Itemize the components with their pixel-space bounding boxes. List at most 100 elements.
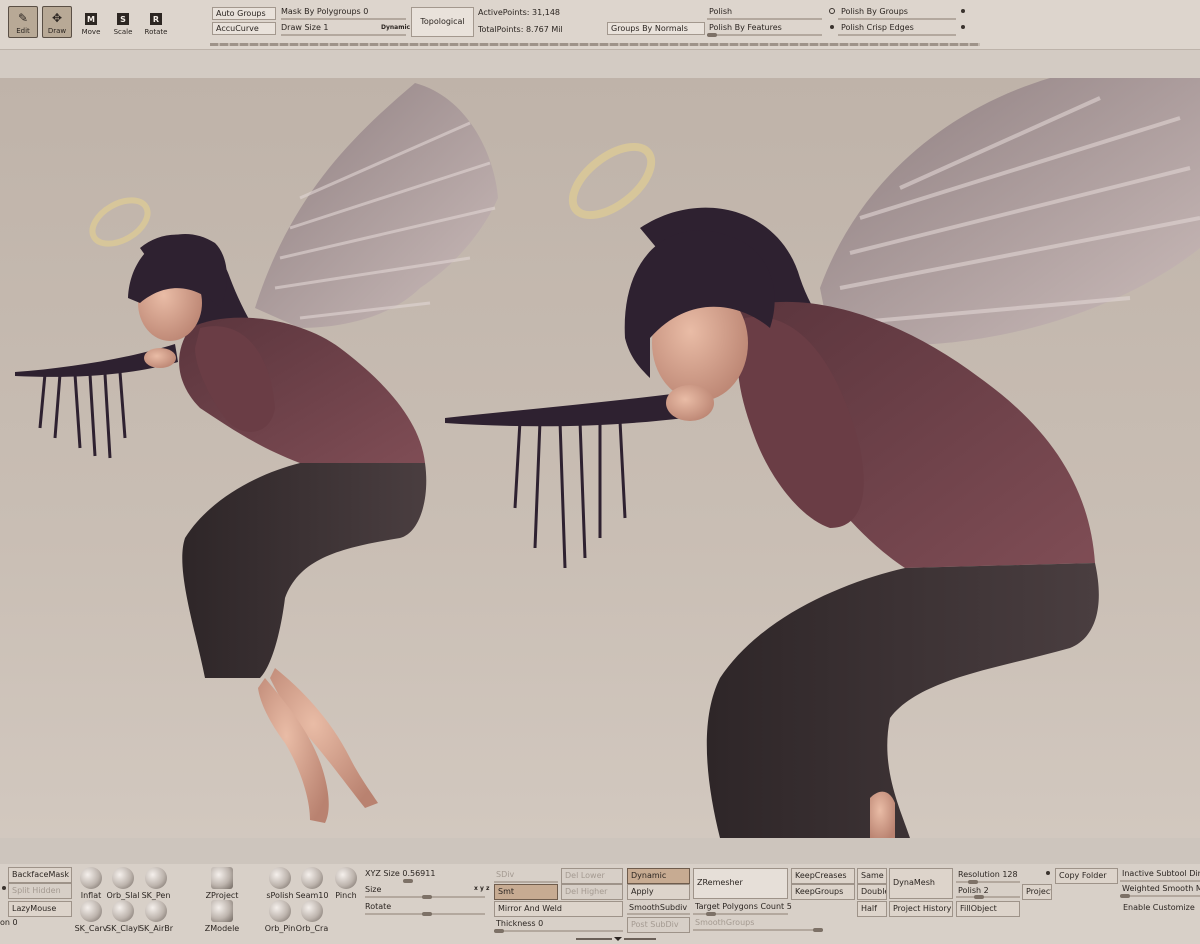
brush-sk-clay[interactable]: SK_Clayl [106,900,140,933]
sk-carve-icon [80,900,102,922]
inflat-icon [80,867,102,889]
del-higher-button[interactable]: Del Higher [561,884,623,900]
target-polygons-slider[interactable]: Target Polygons Count 5 [695,902,792,912]
polish-2-knob[interactable] [974,895,984,899]
size-knob[interactable] [422,895,432,899]
brush-pinch[interactable]: Pinch [331,867,361,900]
smt-button[interactable]: Smt [494,884,558,900]
thickness-knob[interactable] [494,929,504,933]
bottom-shelf-handle[interactable] [576,937,656,942]
lazy-mouse-button[interactable]: LazyMouse [8,901,72,917]
post-subdiv-button[interactable]: Post SubDiv [627,917,690,933]
edit-mode-button[interactable]: ✎ Edit [8,6,38,38]
polish-2-slider[interactable]: Polish 2 [958,886,989,896]
copy-folder-button[interactable]: Copy Folder [1055,868,1118,884]
keep-creases-button[interactable]: KeepCreases [791,868,855,884]
move-button[interactable]: M Move [76,8,106,36]
scale-button[interactable]: S Scale [108,8,138,36]
spolish-icon [269,867,291,889]
half-button[interactable]: Half [857,901,887,917]
draw-mode-button[interactable]: ✥ Draw [42,6,72,38]
rotate-button[interactable]: R Rotate [141,8,171,36]
brush-sk-airbrush[interactable]: SK_AirBr [139,900,173,933]
polish-crisp-edges-radio[interactable] [830,25,834,29]
brush-orb-slash[interactable]: Orb_Slal [106,867,140,900]
xyz-size-slider[interactable]: XYZ Size 0.56911 [365,869,435,879]
dynamesh-button[interactable]: DynaMesh [889,868,953,899]
polish-crisp-edges-label: Polish Crisp Edges [841,23,914,32]
brush-orb-pinch[interactable]: Orb_Pin [265,900,295,933]
zproject-icon [211,867,233,889]
project-button[interactable]: Project [1022,884,1052,900]
keep-groups-button[interactable]: KeepGroups [791,884,855,900]
weighted-smooth-slider[interactable]: Weighted Smooth M [1122,884,1200,894]
bottom-tray [0,838,1200,864]
groups-by-normals-button[interactable]: Groups By Normals [607,22,705,35]
edit-label: Edit [16,27,30,35]
orb-crack-icon [301,900,323,922]
xyz-size-knob[interactable] [403,879,413,883]
apply-button[interactable]: Apply [627,884,690,900]
draw-icon: ✥ [51,11,63,25]
weighted-smooth-knob[interactable] [1120,894,1130,898]
polish-crisp-track [838,34,956,36]
brush-sk-carve[interactable]: SK_Carv [75,900,107,933]
polish-groups-dot [961,9,965,13]
draw-size-slider[interactable]: Draw Size 1 [281,23,329,33]
mask-slider-track [281,18,406,20]
inactive-subtool-dim-slider[interactable]: Inactive Subtool Dim [1122,869,1200,879]
smooth-groups-knob[interactable] [813,928,823,932]
double-button[interactable]: Double [857,884,887,900]
sk-airbrush-icon [145,900,167,922]
fill-object-button[interactable]: FillObject [956,901,1020,917]
del-lower-button[interactable]: Del Lower [561,868,623,884]
halo-right [568,142,656,220]
scale-label: Scale [113,28,133,36]
mask-by-polygroups-slider[interactable]: Mask By Polygroups 0 [281,7,368,17]
scale-icon: S [117,13,129,25]
split-hidden-button[interactable]: Split Hidden [8,883,72,899]
enable-customize-button[interactable]: Enable Customize [1120,901,1200,915]
smooth-groups-slider[interactable]: SmoothGroups [695,918,754,928]
polish-by-groups-radio[interactable] [829,8,835,14]
brush-seam10[interactable]: Seam10 [296,867,328,900]
dynamic-toggle[interactable]: Dynamic [381,23,410,33]
rotate-slider[interactable]: Rotate [365,902,391,912]
polish-crisp-dot [961,25,965,29]
pinch-icon [335,867,357,889]
backface-mask-button[interactable]: BackfaceMask [8,867,72,883]
brush-zproject[interactable]: ZProject [206,867,238,900]
auto-groups-button[interactable]: Auto Groups [212,7,276,20]
thickness-slider[interactable]: Thickness 0 [496,919,543,929]
dynamic-button[interactable]: Dynamic [627,868,690,884]
polish-by-groups-label: Polish By Groups [841,7,908,16]
size-slider[interactable]: Size [365,885,381,895]
resolution-slider[interactable]: Resolution 128 [958,870,1018,880]
brush-sk-pen[interactable]: SK_Pen [141,867,171,900]
brush-inflat[interactable]: Inflat [76,867,106,900]
same-button[interactable]: Same [857,868,887,884]
resolution-knob[interactable] [968,880,978,884]
canvas-viewport[interactable] [0,78,1200,838]
draw-size-track [281,34,406,36]
target-polygons-knob[interactable] [706,912,716,916]
mirror-and-weld-button[interactable]: Mirror And Weld [494,901,623,917]
halo-left [89,197,151,247]
accucurve-button[interactable]: AccuCurve [212,22,276,35]
rotate-label: Rotate [144,28,168,36]
brush-spolish[interactable]: sPolish [265,867,295,900]
brush-zmodeler[interactable]: ZModele [205,900,239,933]
rotate-knob[interactable] [422,912,432,916]
sdiv-slider[interactable]: SDiv [496,870,514,880]
polish-features-track [707,34,822,36]
smooth-subdiv-slider[interactable]: SmoothSubdiv [629,903,687,913]
brush-orb-crack[interactable]: Orb_Cra [296,900,328,933]
active-points: ActivePoints: 31,148 [478,8,561,17]
zremesher-button[interactable]: ZRemesher [693,868,788,899]
sdiv-track [494,881,558,883]
polish-by-features-slider[interactable]: Polish By Features [709,23,782,33]
polish-slider[interactable]: Polish [709,7,732,17]
project-history-button[interactable]: Project History [889,901,953,917]
polish-features-knob[interactable] [707,33,717,37]
topological-button[interactable]: Topological [411,7,474,37]
